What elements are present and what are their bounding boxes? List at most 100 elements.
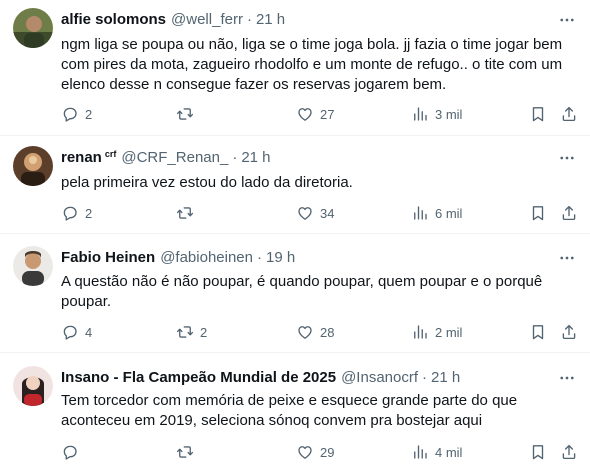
- views-count: 2 mil: [435, 324, 463, 340]
- share-icon: [560, 443, 578, 461]
- reply-button[interactable]: 4: [61, 321, 92, 343]
- user-handle[interactable]: @fabioheinen: [160, 249, 253, 267]
- tweet[interactable]: Insano - Fla Campeão Mundial de 2025 @In…: [0, 353, 590, 471]
- views-button[interactable]: 6 mil: [411, 202, 462, 224]
- tweet-header: Insano - Fla Campeão Mundial de 2025 @In…: [61, 369, 460, 387]
- share-button[interactable]: [560, 321, 578, 343]
- share-icon: [560, 204, 578, 222]
- retweet-count: 2: [200, 324, 208, 340]
- reply-icon: [61, 105, 79, 123]
- like-count: 34: [320, 205, 335, 221]
- name-badge: crf: [104, 149, 117, 159]
- like-icon: [296, 105, 314, 123]
- separator-dot: ·: [422, 369, 428, 386]
- display-name[interactable]: Insano - Fla Campeão Mundial de 2025: [61, 369, 336, 387]
- share-button[interactable]: [560, 202, 578, 224]
- avatar[interactable]: [13, 366, 53, 406]
- more-icon[interactable]: [558, 149, 576, 167]
- bookmark-button[interactable]: [529, 103, 547, 125]
- retweet-button[interactable]: [176, 103, 200, 125]
- reply-button[interactable]: [61, 441, 85, 463]
- views-icon: [411, 443, 429, 461]
- retweet-button[interactable]: [176, 441, 200, 463]
- retweet-icon: [176, 204, 194, 222]
- retweet-button[interactable]: 2: [176, 321, 207, 343]
- user-handle[interactable]: @Insanocrf: [341, 369, 418, 387]
- bookmark-button[interactable]: [529, 441, 547, 463]
- user-handle[interactable]: @CRF_Renan_: [121, 149, 228, 167]
- views-button[interactable]: 4 mil: [411, 441, 462, 463]
- tweet-header: renan crf @CRF_Renan_ · 21 h: [61, 149, 271, 168]
- tweet[interactable]: Fabio Heinen @fabioheinen · 19 h A quest…: [0, 234, 590, 353]
- display-name[interactable]: renan: [61, 149, 102, 167]
- views-button[interactable]: 2 mil: [411, 321, 462, 343]
- reply-icon: [61, 443, 79, 461]
- avatar-image: [13, 146, 53, 186]
- views-button[interactable]: 3 mil: [411, 103, 462, 125]
- display-name[interactable]: alfie solomons: [61, 11, 166, 29]
- like-count: 27: [320, 106, 335, 122]
- bookmark-icon: [529, 323, 547, 341]
- like-count: 29: [320, 444, 335, 460]
- user-handle[interactable]: @well_ferr: [171, 11, 243, 29]
- retweet-icon: [176, 323, 194, 341]
- reply-icon: [61, 323, 79, 341]
- retweet-icon: [176, 443, 194, 461]
- timestamp[interactable]: 19 h: [266, 249, 295, 267]
- timestamp[interactable]: 21 h: [241, 149, 270, 167]
- share-button[interactable]: [560, 103, 578, 125]
- bookmark-button[interactable]: [529, 321, 547, 343]
- reply-count: 2: [85, 106, 93, 122]
- views-count: 6 mil: [435, 205, 463, 221]
- retweet-icon: [176, 105, 194, 123]
- reply-button[interactable]: 2: [61, 103, 92, 125]
- like-button[interactable]: 27: [296, 103, 334, 125]
- bookmark-button[interactable]: [529, 202, 547, 224]
- tweet-actions: 4 2 28 2 mil: [61, 321, 581, 343]
- separator-dot: ·: [246, 11, 252, 28]
- views-icon: [411, 204, 429, 222]
- avatar[interactable]: [13, 8, 53, 48]
- like-icon: [296, 204, 314, 222]
- avatar[interactable]: [13, 146, 53, 186]
- share-button[interactable]: [560, 441, 578, 463]
- bookmark-icon: [529, 204, 547, 222]
- like-button[interactable]: 29: [296, 441, 334, 463]
- timestamp[interactable]: 21 h: [431, 369, 460, 387]
- tweet-text: ngm liga se poupa ou não, liga se o time…: [61, 36, 563, 93]
- like-count: 28: [320, 324, 335, 340]
- tweet-actions: 2 27 3 mil: [61, 103, 581, 125]
- like-button[interactable]: 28: [296, 321, 334, 343]
- share-icon: [560, 105, 578, 123]
- like-button[interactable]: 34: [296, 202, 334, 224]
- more-icon[interactable]: [558, 11, 576, 29]
- retweet-button[interactable]: [176, 202, 200, 224]
- avatar-image: [13, 366, 53, 406]
- more-icon[interactable]: [558, 369, 576, 387]
- tweet-actions: 29 4 mil: [61, 441, 581, 463]
- views-count: 4 mil: [435, 444, 463, 460]
- avatar-image: [13, 8, 53, 48]
- avatar-image: [13, 246, 53, 286]
- share-icon: [560, 323, 578, 341]
- display-name[interactable]: Fabio Heinen: [61, 249, 155, 267]
- more-icon[interactable]: [558, 249, 576, 267]
- separator-dot: ·: [257, 249, 262, 266]
- reply-icon: [61, 204, 79, 222]
- views-count: 3 mil: [435, 106, 463, 122]
- tweet-actions: 2 34 6 mil: [61, 202, 581, 224]
- tweet[interactable]: renan crf @CRF_Renan_ · 21 h pela primei…: [0, 136, 590, 234]
- bookmark-icon: [529, 443, 547, 461]
- like-icon: [296, 323, 314, 341]
- reply-button[interactable]: 2: [61, 202, 92, 224]
- views-icon: [411, 105, 429, 123]
- tweet-text: pela primeira vez estou do lado da diret…: [61, 174, 353, 191]
- tweet-header: Fabio Heinen @fabioheinen · 19 h: [61, 249, 295, 267]
- reply-count: 2: [85, 205, 93, 221]
- reply-count: 4: [85, 324, 93, 340]
- tweet-text: Tem torcedor com memória de peixe e esqu…: [61, 392, 518, 429]
- separator-dot: ·: [232, 149, 238, 166]
- timestamp[interactable]: 21 h: [256, 11, 285, 29]
- tweet[interactable]: alfie solomons @well_ferr · 21 h ngm lig…: [0, 0, 590, 136]
- avatar[interactable]: [13, 246, 53, 286]
